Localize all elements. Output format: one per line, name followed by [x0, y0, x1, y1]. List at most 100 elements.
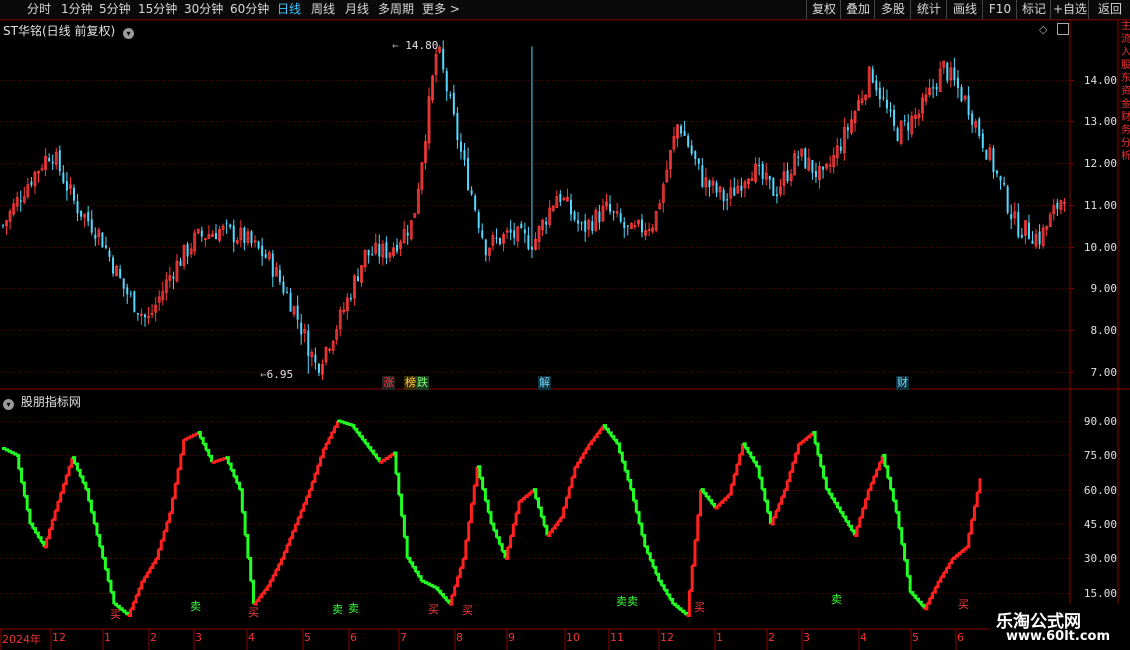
indicator-segment	[80, 475, 85, 484]
candle-body	[250, 231, 253, 244]
candle-body	[570, 199, 572, 215]
side-panel-strip[interactable]: 主流入股东资金财务分析	[1121, 20, 1130, 630]
indicator-segment	[513, 512, 518, 526]
indicator-segment	[99, 545, 105, 559]
candle-body	[119, 268, 122, 278]
candle-body	[282, 281, 285, 294]
indicator-segment	[474, 466, 479, 487]
candle-body	[708, 180, 711, 188]
indicator-segment	[356, 431, 362, 437]
indicator-segment	[507, 535, 513, 549]
trade-signal: 卖	[190, 600, 201, 613]
date-tick: 2024年	[2, 633, 41, 646]
kline-chart[interactable]	[0, 0, 1130, 650]
indicator-segment	[295, 517, 300, 526]
indicator-segment	[943, 567, 948, 574]
price-tick: 13.00	[1083, 114, 1117, 128]
candle-body	[573, 211, 576, 220]
indicator-segment	[2, 446, 7, 450]
event-marker[interactable]: 财	[896, 376, 909, 390]
candle-body	[953, 67, 956, 81]
indicator-segment	[767, 511, 772, 525]
indicator-segment	[803, 437, 809, 441]
indicator-segment	[683, 611, 689, 616]
indicator-segment	[843, 515, 848, 522]
indicator-segment	[217, 458, 222, 462]
candle-body	[804, 148, 807, 169]
indicator-segment	[412, 565, 418, 573]
indicator-segment	[834, 501, 839, 508]
event-marker[interactable]: 涨	[382, 376, 395, 390]
indicator-segment	[287, 537, 292, 547]
indicator-segment	[541, 515, 546, 527]
candle-body	[129, 293, 132, 295]
date-tick: 11	[610, 631, 624, 644]
indicator-segment	[762, 488, 767, 502]
watermark-url: www.60lt.com	[1006, 629, 1111, 644]
event-marker[interactable]: 解	[538, 376, 551, 390]
indicator-segment	[871, 475, 876, 485]
indicator-segment	[815, 442, 820, 456]
indicator-segment	[731, 474, 736, 486]
indicator-segment	[454, 576, 459, 588]
candle-body	[2, 225, 4, 227]
indicator-segment	[840, 511, 845, 518]
candle-body	[172, 276, 175, 279]
candle-body	[722, 190, 725, 202]
indicator-segment	[180, 439, 186, 456]
indicator-segment	[166, 512, 172, 524]
indicator-segment	[689, 565, 694, 592]
trade-signal: 买	[958, 598, 969, 611]
candle-body	[761, 163, 764, 179]
indicator-segment	[669, 598, 675, 605]
candle-body	[136, 313, 139, 315]
event-marker[interactable]: 跌	[416, 376, 429, 390]
candle-body	[126, 287, 129, 295]
trade-signal: 买	[462, 604, 473, 617]
indicator-segment	[678, 607, 683, 611]
indicator-segment	[390, 453, 395, 457]
date-tick: 10	[566, 631, 580, 644]
trade-signal: 卖卖	[616, 595, 638, 608]
indicator-segment	[692, 540, 697, 567]
candle-body	[62, 172, 65, 183]
indicator-segment	[376, 457, 381, 463]
candle-body	[978, 118, 981, 136]
indicator-segment	[384, 456, 390, 461]
indicator-segment	[429, 583, 434, 587]
date-tick: 1	[104, 631, 111, 644]
indicator-segment	[309, 481, 314, 492]
indicator-segment	[661, 584, 666, 591]
indicator-segment	[275, 563, 281, 571]
candle-body	[875, 80, 878, 91]
indicator-tick: 30.00	[1083, 551, 1117, 565]
indicator-segment	[907, 575, 912, 593]
indicator-segment	[829, 492, 834, 499]
indicator-segment	[314, 464, 320, 475]
watermark: 乐淘公式网 www.60lt.com	[990, 604, 1130, 650]
indicator-segment	[57, 492, 63, 503]
indicator-segment	[725, 494, 731, 499]
candle-body	[1003, 182, 1006, 185]
indicator-segment	[954, 553, 960, 558]
indicator-segment	[155, 549, 160, 560]
indicator-segment	[105, 568, 110, 582]
indicator-segment	[876, 462, 881, 471]
candle-body	[687, 135, 690, 147]
candle-body	[985, 149, 988, 160]
indicator-segment	[868, 482, 873, 492]
candle-body	[90, 219, 93, 233]
indicator-segment	[172, 483, 177, 500]
indicator-segment	[164, 521, 169, 533]
candle-body	[186, 244, 189, 257]
indicator-segment	[893, 499, 898, 513]
candle-body	[51, 161, 54, 164]
candle-body	[609, 203, 612, 212]
indicator-segment	[563, 497, 568, 509]
indicator-segment	[465, 521, 471, 542]
indicator-segment	[133, 594, 138, 604]
indicator-segment	[178, 453, 183, 471]
candle-body	[229, 224, 232, 228]
candle-body	[76, 201, 79, 214]
indicator-segment	[544, 524, 549, 536]
